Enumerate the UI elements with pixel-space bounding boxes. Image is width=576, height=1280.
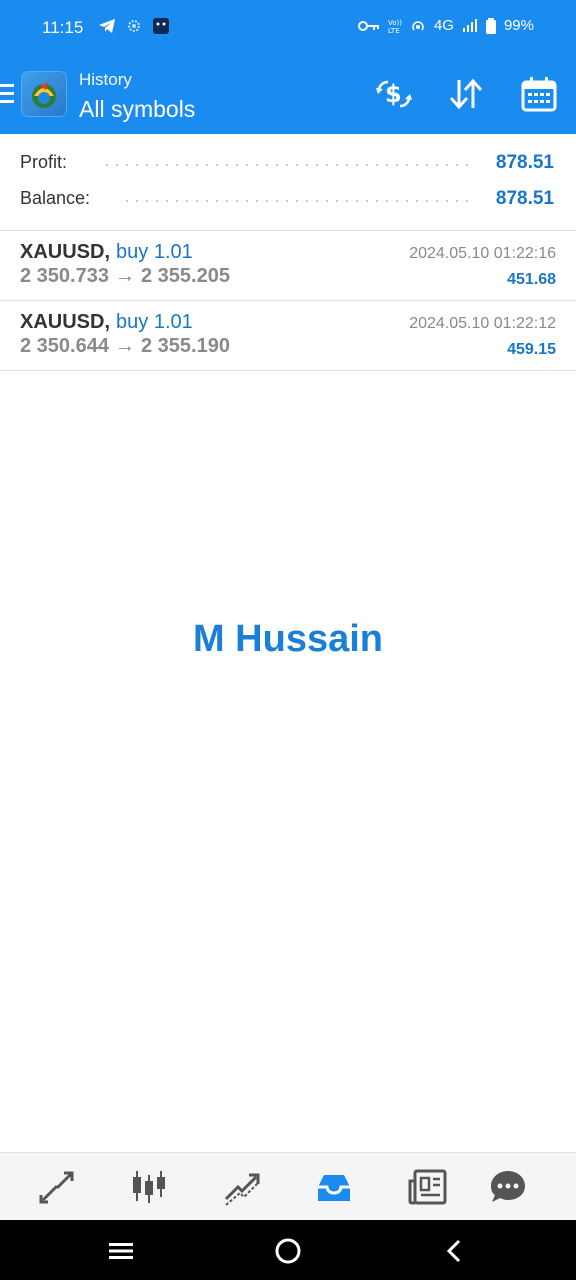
menu-icon[interactable] xyxy=(0,84,14,104)
svg-text:Vo)): Vo)) xyxy=(388,19,402,27)
app-notification-icon xyxy=(153,18,169,34)
dotted-leader xyxy=(102,164,472,166)
trade-symbol: XAUUSD, xyxy=(20,241,111,263)
status-right-icons: Vo)) LTE 4G 99% xyxy=(357,17,534,34)
page-title[interactable]: All symbols xyxy=(79,96,195,123)
tab-news[interactable] xyxy=(407,1167,447,1207)
sort-icon xyxy=(449,78,483,110)
trade-profit: 459.15 xyxy=(507,341,556,358)
tab-chart[interactable] xyxy=(129,1167,169,1207)
back-button[interactable] xyxy=(440,1236,470,1266)
balance-label: Balance: xyxy=(20,188,91,208)
volte-icon: Vo))LTE xyxy=(388,19,402,34)
sort-button[interactable] xyxy=(446,74,486,114)
profit-value: 878.51 xyxy=(495,152,554,173)
recent-apps-button[interactable] xyxy=(106,1236,136,1266)
chart-icon xyxy=(133,1171,165,1203)
price-arrow: → xyxy=(114,335,135,357)
profit-label: Profit: xyxy=(20,152,68,172)
trade-time: 2024.05.10 01:22:16 xyxy=(409,245,556,262)
messages-icon xyxy=(491,1171,525,1202)
trade-symbol: XAUUSD, xyxy=(20,311,111,333)
watermark-text: M Hussain xyxy=(192,618,384,660)
vpn-key-icon xyxy=(357,20,379,31)
history-icon xyxy=(318,1175,350,1201)
tab-quotes[interactable] xyxy=(37,1167,77,1207)
price-arrow: → xyxy=(114,265,135,287)
history-summary: Profit: 878.51 Balance: 878.51 xyxy=(0,134,576,231)
open-price: 2 350.644 xyxy=(20,335,109,357)
trade-row[interactable]: XAUUSD, buy 1.01 2 350.644 → 2 355.190 2024… xyxy=(0,301,576,371)
trade-row[interactable]: XAUUSD, buy 1.01 2 350.733 → 2 355.205 2024… xyxy=(0,231,576,301)
trade-time: 2024.05.10 01:22:12 xyxy=(409,315,556,332)
dotted-leader xyxy=(122,200,472,202)
signal-icon xyxy=(462,18,477,32)
app-logo-icon[interactable] xyxy=(22,72,66,116)
news-icon xyxy=(408,1169,447,1205)
back-icon xyxy=(446,1239,461,1263)
balance-row: Balance: 878.51 xyxy=(20,182,556,218)
bottom-tab-bar xyxy=(0,1152,576,1221)
currency-exchange-button[interactable]: $ xyxy=(374,74,414,114)
tab-trade[interactable] xyxy=(222,1167,262,1207)
close-price: 2 355.205 xyxy=(140,265,230,287)
calendar-icon xyxy=(521,77,557,112)
tab-messages[interactable] xyxy=(488,1167,528,1207)
home-button[interactable] xyxy=(273,1236,303,1266)
svg-text:$: $ xyxy=(385,80,402,108)
network-type: 4G xyxy=(433,17,454,34)
status-bar: 11:15 Vo)) LTE 4G 99% xyxy=(0,0,576,56)
trade-icon xyxy=(224,1173,260,1206)
trade-side: buy 1.01 xyxy=(116,241,193,263)
settings-icon xyxy=(128,20,140,32)
profit-row: Profit: 878.51 xyxy=(20,146,556,182)
open-price: 2 350.733 xyxy=(20,265,109,287)
recent-apps-icon xyxy=(109,1243,133,1259)
trade-side: buy 1.01 xyxy=(116,311,193,333)
svg-text:LTE: LTE xyxy=(388,27,400,34)
page-subtitle: History xyxy=(79,70,132,89)
hotspot-icon xyxy=(412,20,424,30)
close-price: 2 355.190 xyxy=(140,335,230,357)
status-left-icons xyxy=(98,17,170,35)
telegram-icon xyxy=(99,19,115,33)
calendar-button[interactable] xyxy=(519,74,559,114)
system-navigation-bar xyxy=(0,1220,576,1280)
currency-exchange-icon: $ xyxy=(376,80,412,108)
tab-history[interactable] xyxy=(314,1167,354,1207)
battery-percent: 99% xyxy=(503,17,534,34)
app-bar: History All symbols $ xyxy=(0,56,576,134)
balance-value: 878.51 xyxy=(495,188,554,209)
home-icon xyxy=(275,1238,301,1264)
quotes-icon xyxy=(39,1171,74,1204)
trade-profit: 451.68 xyxy=(507,271,556,288)
battery-icon xyxy=(485,17,496,34)
status-time: 11:15 xyxy=(42,18,84,37)
